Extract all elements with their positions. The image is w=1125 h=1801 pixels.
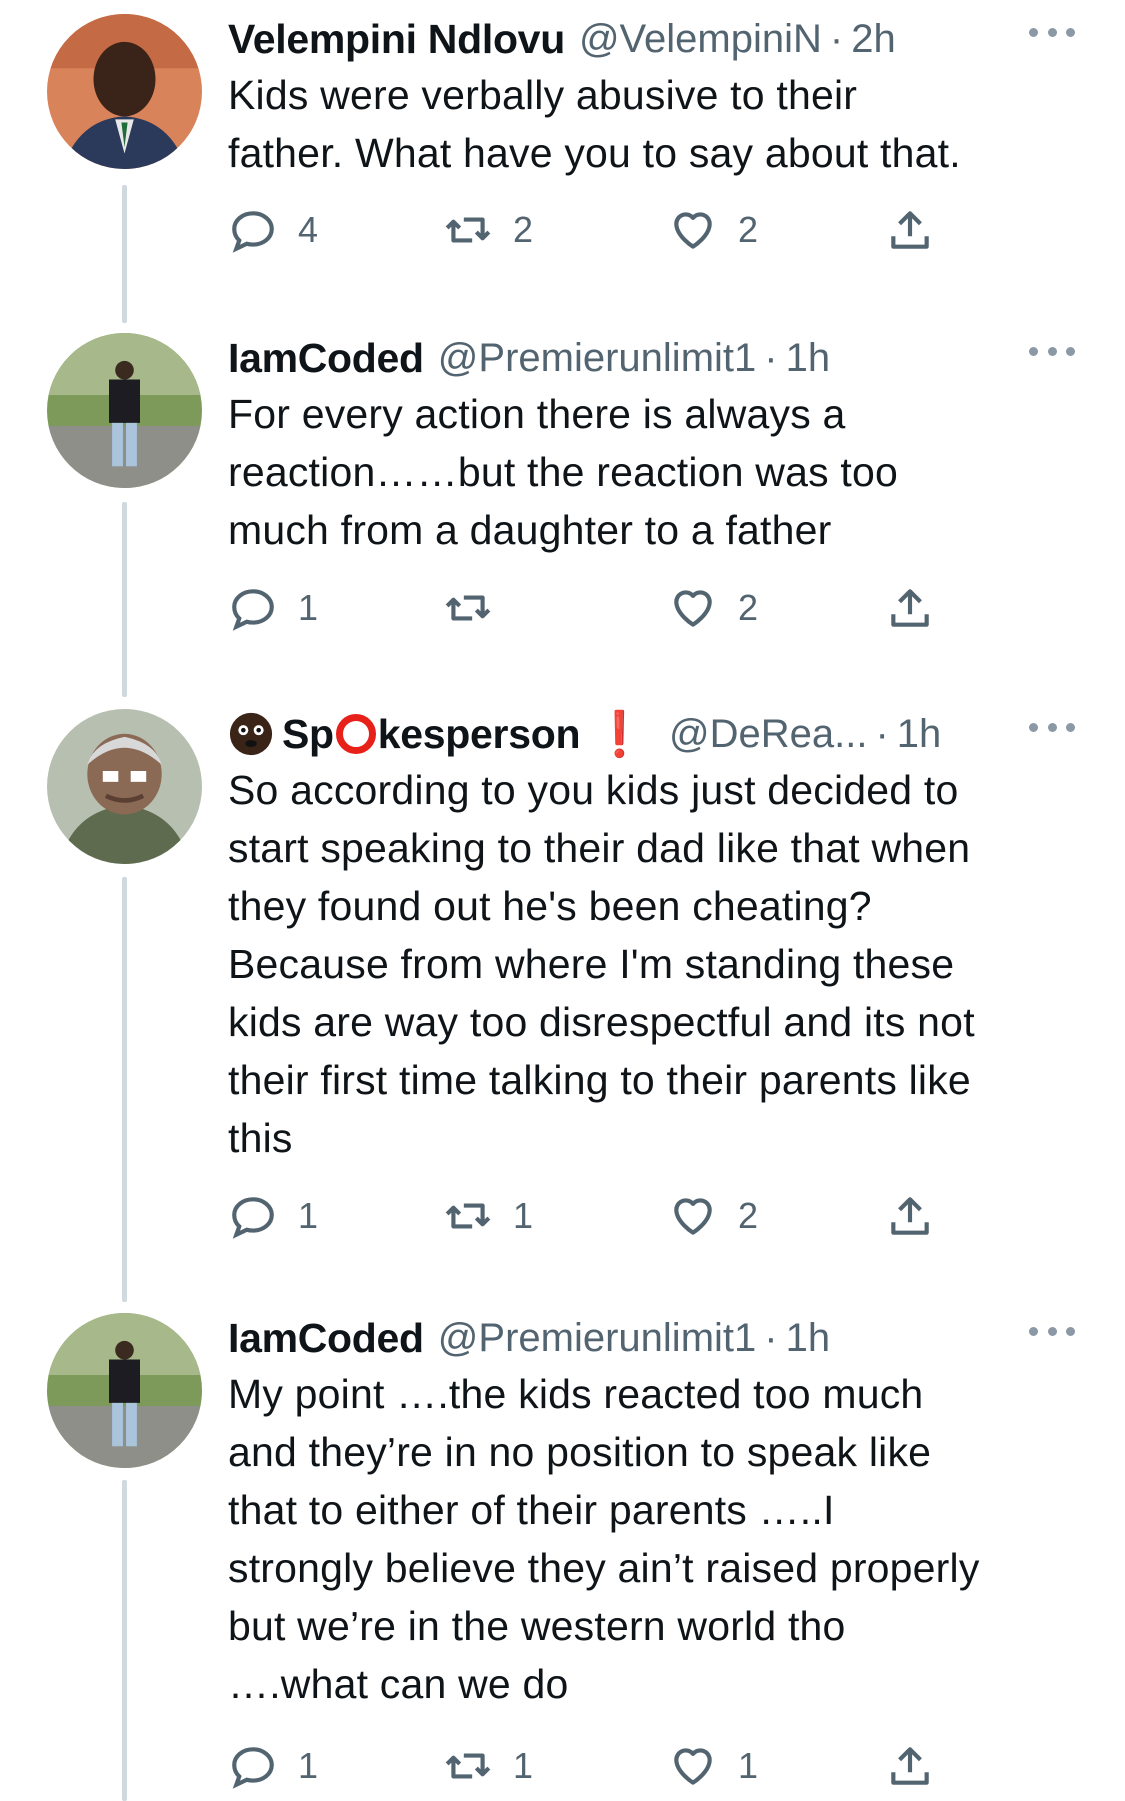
share-button[interactable] [885, 578, 935, 638]
heart-icon [674, 1198, 712, 1235]
retweet-button[interactable]: 2 [443, 200, 533, 260]
retweet-button[interactable]: 1 [443, 1186, 533, 1246]
tweet-header: Velempini Ndlovu @VelempiniN · 2h [228, 12, 1075, 66]
like-count: 2 [738, 587, 759, 628]
retweet-button[interactable]: 1 [443, 1736, 533, 1796]
tweet-text: Kids were verbally abusive to their fath… [228, 72, 961, 176]
reply-icon [232, 1747, 274, 1789]
display-name-suffix[interactable]: kesperson [378, 711, 581, 758]
share-icon [891, 1197, 929, 1235]
handle[interactable]: @Premierunlimit1 [438, 336, 756, 381]
display-name-prefix[interactable]: Sp [282, 711, 334, 758]
handle[interactable]: @VelempiniN [579, 17, 822, 62]
avatar-image [47, 14, 202, 169]
separator: · [875, 711, 889, 756]
reply-icon [232, 589, 274, 631]
reply-count: 4 [298, 209, 319, 250]
more-options-icon[interactable] [1029, 341, 1075, 361]
tweet-header: IamCoded @Premierunlimit1 · 1h [228, 331, 1075, 385]
reply-button[interactable]: 1 [228, 1736, 318, 1796]
tweet-actions: 1 2 [228, 578, 948, 638]
share-icon [891, 1747, 929, 1785]
more-options-icon[interactable] [1029, 22, 1075, 42]
tweet-text: My point ….the kids reacted too much and… [228, 1371, 980, 1707]
like-button[interactable]: 2 [668, 1186, 758, 1246]
timestamp[interactable]: 2h [851, 17, 896, 62]
separator: · [764, 1315, 778, 1360]
retweet-count: 1 [513, 1195, 534, 1236]
thread-line [122, 877, 127, 1302]
thread-line [122, 1480, 127, 1801]
retweet-button[interactable] [443, 578, 513, 638]
share-button[interactable] [885, 1186, 935, 1246]
retweet-icon [445, 1753, 491, 1779]
retweet-count: 1 [513, 1745, 534, 1786]
heart-icon [674, 212, 712, 249]
tweet-actions: 1 1 2 [228, 1186, 948, 1246]
face-emoji-icon [229, 712, 273, 756]
timestamp[interactable]: 1h [897, 712, 942, 757]
reply-count: 1 [298, 587, 319, 628]
display-name[interactable]: IamCoded [228, 1315, 424, 1362]
avatar[interactable] [47, 1313, 202, 1468]
timestamp[interactable]: 1h [786, 1316, 831, 1361]
like-button[interactable]: 2 [668, 200, 758, 260]
heart-icon [674, 1748, 712, 1785]
share-icon [891, 589, 929, 627]
retweet-icon [445, 1203, 491, 1229]
heart-icon [674, 590, 712, 627]
retweet-icon [445, 217, 491, 243]
share-button[interactable] [885, 200, 935, 260]
timestamp[interactable]: 1h [786, 336, 831, 381]
like-button[interactable]: 1 [668, 1736, 758, 1796]
tweet-header: Sp kesperson ❗ @DeRea... · 1h [228, 707, 1075, 761]
retweet-count: 2 [513, 209, 534, 250]
tweet-actions: 4 2 2 [228, 200, 948, 260]
avatar[interactable] [47, 14, 202, 169]
thread-line [122, 502, 127, 697]
reply-button[interactable]: 1 [228, 578, 318, 638]
tweet-actions: 1 1 1 [228, 1736, 948, 1796]
display-name[interactable]: IamCoded [228, 335, 424, 382]
reply-icon [232, 211, 274, 253]
like-count: 2 [738, 209, 759, 250]
share-icon [891, 211, 929, 249]
reply-count: 1 [298, 1195, 319, 1236]
reply-button[interactable]: 1 [228, 1186, 318, 1246]
like-count: 1 [738, 1745, 759, 1786]
display-name[interactable]: Velempini Ndlovu [228, 16, 565, 63]
share-button[interactable] [885, 1736, 935, 1796]
tweet-text: So according to you kids just decided to… [228, 767, 975, 1161]
red-circle-icon [335, 714, 376, 754]
avatar-image [47, 1313, 202, 1468]
avatar-image [47, 709, 202, 864]
tweet-header: IamCoded @Premierunlimit1 · 1h [228, 1311, 1075, 1365]
avatar[interactable] [47, 333, 202, 488]
more-options-icon[interactable] [1029, 717, 1075, 737]
reply-button[interactable]: 4 [228, 200, 318, 260]
like-button[interactable]: 2 [668, 578, 758, 638]
separator: · [764, 335, 778, 380]
handle[interactable]: @DeRea... [669, 712, 867, 757]
more-options-icon[interactable] [1029, 1321, 1075, 1341]
reply-count: 1 [298, 1745, 319, 1786]
retweet-icon [445, 595, 491, 621]
avatar-image [47, 333, 202, 488]
red-exclamation-icon: ❗ [592, 710, 647, 759]
tweet-text: For every action there is always a react… [228, 391, 898, 553]
like-count: 2 [738, 1195, 759, 1236]
separator: · [829, 16, 844, 61]
reply-icon [232, 1197, 274, 1239]
avatar[interactable] [47, 709, 202, 864]
thread-line [122, 185, 127, 323]
handle[interactable]: @Premierunlimit1 [438, 1316, 756, 1361]
